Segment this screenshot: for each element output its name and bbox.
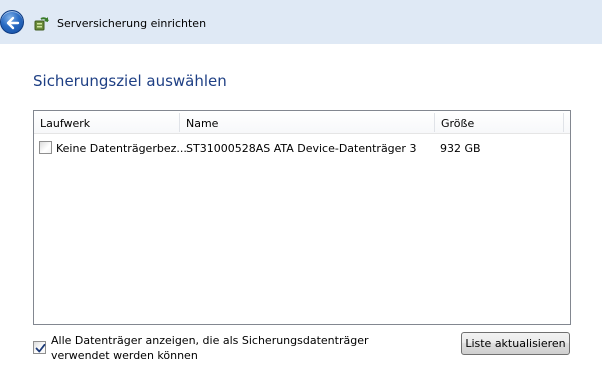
window-title: Serversicherung einrichten [57, 17, 207, 30]
row-checkbox[interactable] [39, 141, 52, 154]
back-arrow-icon [6, 16, 20, 30]
column-header-name[interactable]: Name [180, 111, 434, 133]
title-bar: Serversicherung einrichten [0, 0, 602, 44]
checkmark-icon [35, 343, 46, 353]
show-all-checkbox[interactable] [33, 341, 46, 354]
page-title: Sicherungsziel auswählen [33, 72, 227, 90]
show-all-label-line2: verwendet werden können [51, 349, 198, 362]
server-backup-icon [34, 17, 49, 31]
column-header-drive[interactable]: Laufwerk [34, 111, 179, 133]
disk-list[interactable]: Laufwerk Name Größe Keine Datenträgerbez… [33, 110, 571, 325]
disk-list-header: Laufwerk Name Größe [34, 111, 570, 134]
refresh-list-button[interactable]: Liste aktualisieren [461, 332, 570, 355]
column-separator[interactable] [563, 113, 564, 132]
show-all-label[interactable]: Alle Datenträger anzeigen, die als Siche… [51, 333, 369, 363]
cell-name: ST31000528AS ATA Device-Datenträger 3 [186, 142, 417, 155]
cell-drive: Keine Datenträgerbez... [56, 142, 187, 155]
cell-size: 932 GB [440, 142, 481, 155]
table-row[interactable]: Keine Datenträgerbez... ST31000528AS ATA… [34, 138, 570, 158]
back-button[interactable] [0, 10, 24, 34]
show-all-label-line1: Alle Datenträger anzeigen, die als Siche… [51, 334, 369, 347]
column-header-size[interactable]: Größe [435, 111, 563, 133]
